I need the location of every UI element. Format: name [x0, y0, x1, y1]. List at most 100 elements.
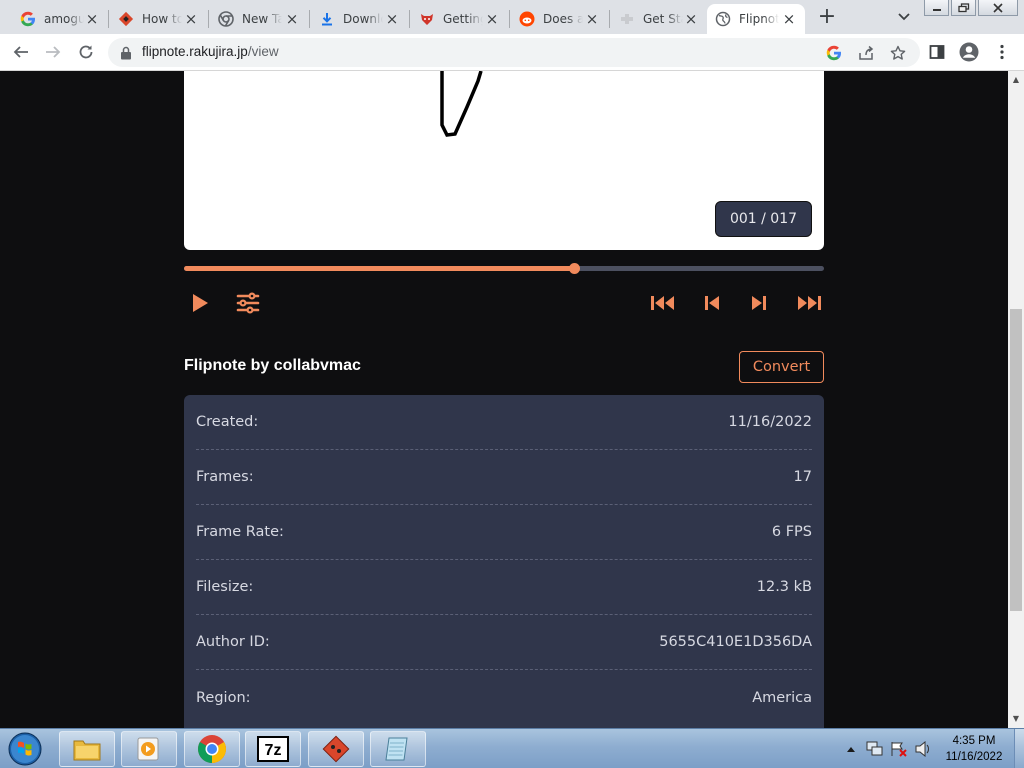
globe-icon	[715, 11, 731, 27]
seven-zip-icon: 7z	[257, 736, 289, 762]
profile-avatar-icon[interactable]	[958, 41, 980, 63]
puzzle-icon	[619, 11, 635, 27]
clock-date: 11/16/2022	[945, 751, 1003, 763]
flipnote-title: Flipnote by collabvmac	[184, 357, 361, 374]
close-icon[interactable]: ×	[284, 11, 300, 27]
star-icon[interactable]	[889, 44, 907, 62]
detail-label: Frame Rate:	[196, 524, 284, 540]
detail-row-filesize: Filesize: 12.3 kB	[196, 560, 812, 615]
first-frame-button[interactable]	[650, 291, 677, 315]
notepad-icon	[385, 737, 408, 761]
detail-value: 12.3 kB	[756, 579, 812, 595]
convert-button[interactable]: Convert	[739, 351, 824, 383]
tab-does-a[interactable]: Does a ×	[511, 4, 608, 34]
detail-value: America	[752, 689, 812, 706]
detail-label: Frames:	[196, 469, 254, 485]
progress-handle[interactable]	[569, 263, 581, 274]
taskbar-7zip[interactable]: 7z	[245, 731, 301, 767]
tab-getting[interactable]: Getting ×	[411, 4, 508, 34]
taskbar-file-explorer[interactable]	[59, 731, 115, 767]
start-button[interactable]	[6, 731, 44, 767]
tab-title: amogus	[44, 12, 84, 26]
google-icon	[20, 11, 36, 27]
url-text: flipnote.rakujira.jp/view	[142, 44, 279, 59]
share-icon[interactable]	[857, 44, 875, 62]
close-icon[interactable]: ×	[183, 11, 199, 27]
tab-title: Get Started	[643, 12, 683, 26]
taskbar-clock[interactable]: 4:35 PM 11/16/2022	[938, 733, 1010, 765]
detail-label: Author ID:	[196, 634, 270, 650]
forward-button[interactable]	[42, 41, 64, 63]
download-icon	[319, 11, 335, 27]
detail-label: Filesize:	[196, 579, 254, 595]
url-path: /view	[247, 44, 279, 59]
volume-icon[interactable]	[914, 741, 932, 757]
tab-amogus[interactable]: amogus ×	[12, 4, 108, 34]
lock-icon[interactable]	[120, 45, 132, 64]
tab-title: Does a	[543, 12, 583, 26]
close-icon[interactable]: ×	[384, 11, 400, 27]
red-fox-icon	[419, 11, 435, 27]
scroll-up-icon[interactable]: ▲	[1008, 73, 1024, 87]
details-panel: Created: 11/16/2022 Frames: 17 Frame Rat…	[184, 395, 824, 728]
window-controls	[924, 0, 1018, 16]
detail-row-frame-rate: Frame Rate: 6 FPS	[196, 505, 812, 560]
progress-slider[interactable]	[184, 263, 824, 274]
settings-button[interactable]	[236, 291, 260, 315]
tab-new-tab[interactable]: New Tab ×	[210, 4, 308, 34]
restore-button[interactable]	[951, 0, 976, 16]
chevron-down-icon[interactable]	[893, 8, 915, 26]
flipnote-canvas[interactable]: 001 / 017	[184, 71, 824, 250]
page-scrollbar[interactable]: ▲ ▼	[1008, 71, 1024, 728]
close-window-button[interactable]	[978, 0, 1018, 16]
detail-row-frames: Frames: 17	[196, 450, 812, 505]
show-desktop-button[interactable]	[1014, 729, 1024, 768]
url-host: flipnote.rakujira.jp	[142, 44, 248, 59]
back-button[interactable]	[10, 41, 32, 63]
scroll-down-icon[interactable]: ▼	[1008, 712, 1024, 726]
tray-expand-icon[interactable]	[846, 745, 856, 753]
action-center-flag-icon[interactable]	[890, 741, 908, 757]
taskbar-chrome[interactable]	[184, 731, 240, 767]
detail-value: 17	[793, 469, 812, 485]
detail-value: 6 FPS	[771, 524, 812, 540]
minimize-button[interactable]	[924, 0, 949, 16]
address-bar[interactable]: flipnote.rakujira.jp/view	[108, 38, 920, 67]
close-icon[interactable]: ×	[781, 11, 797, 27]
new-tab-button[interactable]: +	[815, 6, 839, 30]
skip-last-icon	[798, 296, 821, 310]
tab-get-started[interactable]: Get Started ×	[611, 4, 707, 34]
svg-text:7z: 7z	[265, 742, 282, 759]
tab-strip: amogus × How to × New Tab × Downloads × …	[0, 0, 1024, 34]
google-translate-icon[interactable]	[825, 44, 843, 62]
skip-first-icon	[651, 296, 674, 310]
play-button[interactable]	[189, 291, 211, 315]
close-icon[interactable]: ×	[584, 11, 600, 27]
close-icon[interactable]: ×	[683, 11, 699, 27]
taskbar: 7z 4:35 PM 11/16/2022	[0, 728, 1024, 768]
menu-kebab-icon[interactable]	[991, 41, 1013, 63]
side-panel-icon[interactable]	[926, 41, 948, 63]
previous-frame-button[interactable]	[703, 291, 721, 315]
taskbar-notepad[interactable]	[370, 731, 426, 767]
reddit-icon	[519, 11, 535, 27]
reload-button[interactable]	[75, 41, 97, 63]
detail-label: Created:	[196, 414, 259, 430]
scrollbar-thumb[interactable]	[1010, 309, 1022, 611]
clock-time: 4:35 PM	[952, 735, 996, 747]
network-icon[interactable]	[866, 741, 884, 757]
taskbar-red-app[interactable]	[308, 731, 364, 767]
tab-title: Flipnote	[739, 12, 779, 26]
close-icon[interactable]: ×	[84, 11, 100, 27]
detail-row-author-id: Author ID: 5655C410E1D356DA	[196, 615, 812, 670]
last-frame-button[interactable]	[795, 291, 822, 315]
tab-flipnote[interactable]: Flipnote ×	[707, 4, 805, 34]
next-frame-button[interactable]	[750, 291, 768, 315]
red-diamond-icon	[322, 735, 350, 763]
page-viewport: 001 / 017 Flipnote by collabvmac Convert…	[0, 71, 1008, 728]
tab-how-to[interactable]: How to ×	[110, 4, 207, 34]
close-icon[interactable]: ×	[484, 11, 500, 27]
taskbar-media-player[interactable]	[121, 731, 177, 767]
tab-downloads[interactable]: Downloads ×	[311, 4, 408, 34]
sliders-icon	[236, 292, 260, 314]
